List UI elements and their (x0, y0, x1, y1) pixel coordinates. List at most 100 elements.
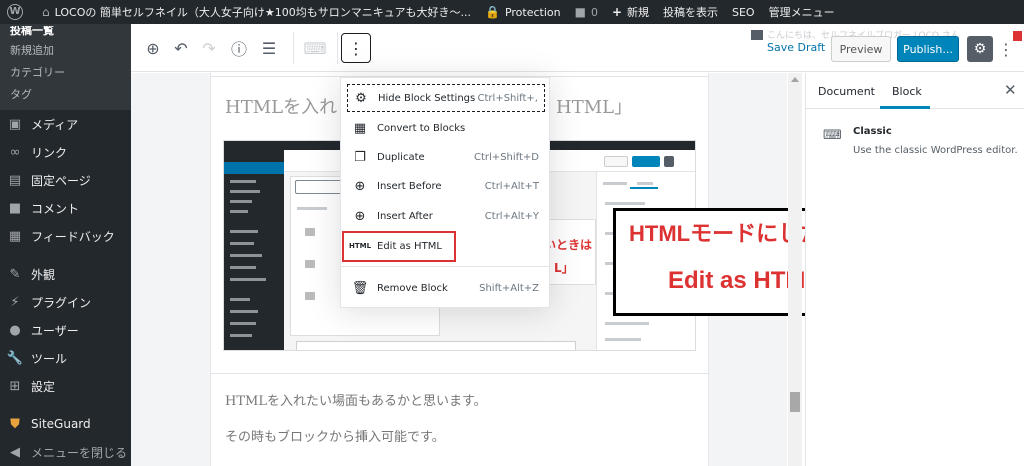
mini-line (230, 322, 256, 325)
settings-tabs: Document Block ✕ (806, 73, 1024, 109)
mini-annotation-text: L」 (554, 261, 574, 275)
sidebar-item-appearance[interactable]: ✎ 外観 (0, 260, 131, 288)
sidebar-item-links[interactable]: ∞ リンク (0, 138, 131, 166)
menu-item-duplicate[interactable]: ❐ Duplicate Ctrl+Shift+D (347, 143, 545, 171)
classic-block-button[interactable]: ⌨ (301, 34, 329, 62)
media-icon: ▣ (8, 116, 22, 132)
sidebar-item-media[interactable]: ▣ メディア (0, 110, 131, 138)
comments-count: 0 (590, 5, 598, 19)
mini-line (603, 182, 627, 185)
paragraph-block[interactable]: HTMLを入れたい場面もあるかと思います。 その時もブロックから挿入可能です。 (210, 373, 709, 466)
admin-menu-link[interactable]: 管理メニュー (762, 0, 842, 24)
appearance-icon: ✎ (9, 266, 21, 282)
comment-icon: ■ (8, 200, 22, 216)
menu-item-hide-block-settings[interactable]: ⚙ Hide Block Settings Ctrl+Shift+, (347, 84, 545, 112)
mini-line (230, 266, 256, 269)
sidebar-item-label: メディア (31, 117, 79, 132)
settings-button[interactable]: ⚙ (967, 36, 993, 62)
sidebar-item-settings[interactable]: ⊞ 設定 (0, 372, 131, 400)
mini-annotation-text: いときは (544, 238, 593, 252)
close-panel-button[interactable]: ✕ (1004, 81, 1017, 99)
mini-line (605, 338, 641, 341)
mini-line (230, 230, 258, 233)
block-card-description: Use the classic WordPress editor. (853, 145, 1018, 156)
publish-button[interactable]: Publish... (897, 36, 959, 62)
sidebar-separator (0, 250, 131, 260)
mini-line (230, 334, 252, 337)
mini-line (230, 210, 248, 213)
user-icon: ● (9, 322, 21, 338)
settings-sidebar: Document Block ✕ ⌨ Classic Use the class… (805, 73, 1024, 466)
menu-item-remove-block[interactable]: 🗑 Remove Block Shift+Alt+Z (347, 274, 545, 302)
gear-icon: ⚙ (355, 90, 367, 106)
redo-button[interactable]: ↷ (195, 34, 223, 62)
block-card-title: Classic (853, 126, 892, 137)
menu-item-insert-before[interactable]: ⊕ Insert Before Ctrl+Alt+T (347, 172, 545, 200)
save-draft-button[interactable]: Save Draft (767, 41, 825, 54)
view-post-link[interactable]: 投稿を表示 (656, 0, 725, 24)
mini-line (637, 182, 653, 185)
menu-item-convert-to-blocks[interactable]: ▦ Convert to Blocks (347, 114, 545, 142)
sidebar-item-label: ユーザー (31, 323, 79, 338)
notification-badge (1011, 29, 1024, 43)
mini-line (230, 242, 254, 245)
sidebar-item-pages[interactable]: ▤ 固定ページ (0, 166, 131, 194)
paragraph-line: その時もブロックから挿入可能です。 (225, 430, 445, 445)
sidebar-item-label: フィードバック (31, 229, 115, 244)
mini-line (230, 298, 250, 301)
mini-line (230, 254, 262, 257)
info-icon: ⓘ (230, 40, 247, 59)
keyboard-icon: ⌨ (303, 38, 327, 58)
sidebar-sub-posts[interactable]: 投稿一覧 (0, 26, 131, 40)
sidebar-collapse-menu[interactable]: ◀ メニューを閉じる (0, 438, 131, 466)
scroll-thumb[interactable] (790, 392, 800, 412)
scroll-up-arrow-icon[interactable] (791, 77, 799, 82)
trash-icon: 🗑 (351, 280, 369, 296)
link-icon: ∞ (9, 144, 21, 160)
content-scrollbar[interactable] (788, 73, 802, 466)
sidebar-item-users[interactable]: ● ユーザー (0, 316, 131, 344)
mini-sidebar-highlight (224, 162, 284, 174)
preview-button[interactable]: Preview (831, 36, 891, 62)
sidebar-item-tools[interactable]: 🔧 ツール (0, 344, 131, 372)
plus-circle-icon: ⊕ (146, 38, 160, 58)
tools-icon: 🔧 (6, 350, 24, 366)
sidebar-sub-add-new[interactable]: 新規追加 (0, 40, 131, 62)
mini-line (230, 278, 266, 281)
redo-icon: ↷ (202, 38, 216, 58)
info-button[interactable]: ⓘ (225, 34, 253, 62)
sidebar-item-feedback[interactable]: ▦ フィードバック (0, 222, 131, 250)
seo-link[interactable]: SEO (725, 0, 762, 24)
undo-button[interactable]: ↶ (167, 34, 195, 62)
sidebar-item-siteguard[interactable]: ⛊ SiteGuard (0, 410, 131, 438)
kebab-icon: ⋮ (348, 38, 364, 58)
feedback-icon: ▦ (8, 228, 22, 244)
sidebar-item-comments[interactable]: ■ コメント (0, 194, 131, 222)
gear-icon: ⚙ (973, 41, 987, 57)
protection-link[interactable]: 🔒 Protection (478, 0, 568, 24)
paragraph-line: HTMLを入れたい場面もあるかと思います。 (225, 394, 487, 409)
wordpress-icon: W (7, 4, 23, 20)
insert-before-icon: ⊕ (354, 178, 366, 194)
sidebar-item-plugins[interactable]: ⚡ プラグイン (0, 288, 131, 316)
tab-document[interactable]: Document (818, 85, 875, 98)
list-icon: ☰ (261, 38, 277, 58)
add-block-button[interactable]: ⊕ (139, 34, 167, 62)
mini-settings-button (664, 156, 674, 167)
new-content-link[interactable]: + 新規 (605, 0, 656, 24)
comments-link[interactable]: ■ 0 (568, 0, 605, 24)
toolbar-divider (337, 32, 338, 64)
outline-button[interactable]: ☰ (255, 34, 283, 62)
tab-block[interactable]: Block (892, 85, 922, 98)
sidebar-sub-categories[interactable]: カテゴリー (0, 62, 131, 84)
site-name-link[interactable]: ⌂ LOCOの 簡単セルフネイル（大人女子向け★100均もサロンマニキュアも大好… (35, 0, 478, 24)
new-label: 新規 (627, 6, 649, 19)
active-tab-indicator (880, 106, 930, 109)
menu-item-insert-after[interactable]: ⊕ Insert After Ctrl+Alt+Y (347, 202, 545, 230)
admin-menu-label: 管理メニュー (768, 6, 835, 19)
wp-logo-menu[interactable]: W (0, 0, 35, 24)
sidebar-sub-tags[interactable]: タグ (0, 84, 131, 106)
sidebar-separator (0, 400, 131, 410)
sidebar-item-label: ツール (31, 351, 68, 366)
more-options-button[interactable]: ⋮ (341, 33, 371, 63)
